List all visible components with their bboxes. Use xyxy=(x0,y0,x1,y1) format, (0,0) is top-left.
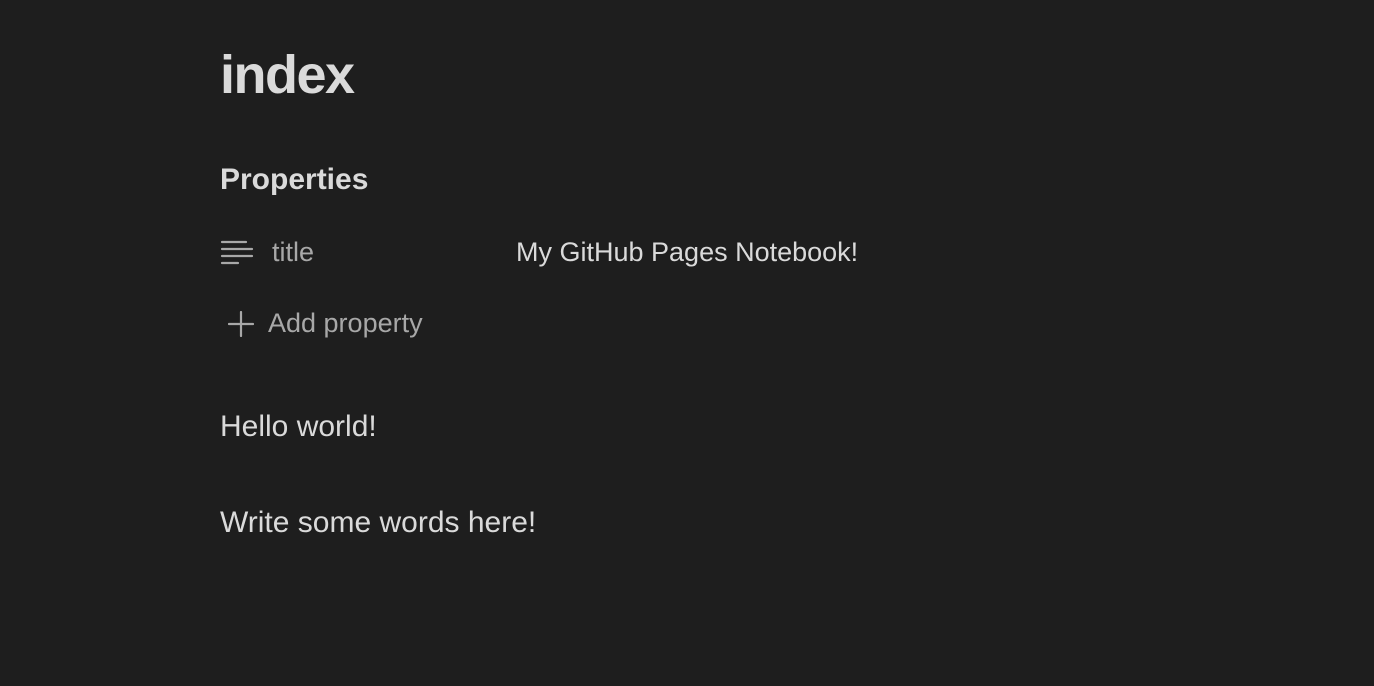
properties-heading[interactable]: Properties xyxy=(220,160,368,200)
property-key[interactable]: title xyxy=(272,232,314,272)
add-property-label: Add property xyxy=(268,308,423,338)
page-title[interactable]: index xyxy=(220,44,355,106)
text-lines-icon[interactable] xyxy=(220,239,254,265)
plus-icon xyxy=(228,311,254,337)
property-row-title[interactable]: title My GitHub Pages Notebook! xyxy=(220,232,920,272)
property-value[interactable]: My GitHub Pages Notebook! xyxy=(516,232,858,272)
body-paragraph[interactable]: Hello world! xyxy=(220,407,377,447)
add-property-button[interactable]: Add property xyxy=(220,303,480,343)
body-paragraph[interactable]: Write some words here! xyxy=(220,503,536,543)
